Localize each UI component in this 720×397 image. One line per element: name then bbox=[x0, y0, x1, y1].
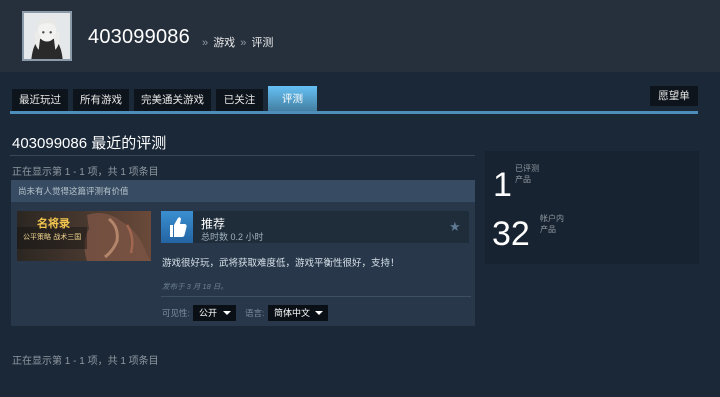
game-logo-text: 名将录 bbox=[37, 217, 70, 230]
reviewed-label: 已评测 bbox=[515, 164, 539, 173]
avatar-image bbox=[24, 13, 70, 59]
breadcrumb-games-link[interactable]: 游戏 bbox=[213, 37, 235, 49]
visibility-label: 可见性: bbox=[162, 308, 190, 318]
wishlist-button[interactable]: 愿望单 bbox=[650, 86, 698, 106]
divider bbox=[10, 155, 475, 156]
breadcrumb: » 游戏 » 评测 bbox=[200, 34, 273, 50]
chevron-down-icon bbox=[223, 311, 231, 315]
tab-reviews[interactable]: 评测 bbox=[268, 86, 317, 113]
visibility-value: 公开 bbox=[199, 308, 218, 318]
language-label: 语言: bbox=[245, 308, 265, 318]
tab-followed[interactable]: 已关注 bbox=[216, 89, 263, 112]
stats-panel: 1 已评测 产品 32 帐户内 产品 bbox=[485, 151, 699, 264]
breadcrumb-separator: » bbox=[202, 37, 209, 49]
visibility-dropdown[interactable]: 公开 bbox=[193, 305, 236, 321]
tab-perfect-games[interactable]: 完美通关游戏 bbox=[134, 89, 211, 112]
pagination-summary-top: 正在显示第 1 - 1 项，共 1 项条目 bbox=[12, 167, 159, 178]
profile-name[interactable]: 403099086 bbox=[88, 26, 190, 49]
breadcrumb-separator: » bbox=[240, 37, 247, 49]
account-products-count[interactable]: 32 bbox=[492, 217, 530, 251]
tab-all-games[interactable]: 所有游戏 bbox=[73, 89, 129, 112]
posted-date: 发布于 3 月 18 日。 bbox=[162, 282, 228, 291]
review-text: 游戏很好玩，武将获取难度低，游戏平衡性很好，支持！ bbox=[162, 258, 400, 269]
playtime-hours: 总时数 0.2 小时 bbox=[201, 232, 264, 242]
page-title: 403099086 最近的评测 bbox=[12, 135, 167, 152]
language-dropdown[interactable]: 简体中文 bbox=[268, 305, 328, 321]
reviewed-label-products: 产品 bbox=[515, 175, 531, 184]
review-card: 尚未有人觉得这篇评测有价值 名将录 公平策略 战术三国 推荐 总时数 0.2 小… bbox=[11, 180, 475, 326]
recommendation-bar: 推荐 总时数 0.2 小时 ★ bbox=[161, 211, 469, 243]
game-capsule[interactable]: 名将录 公平策略 战术三国 bbox=[17, 211, 151, 261]
profile-header: 403099086 » 游戏 » 评测 bbox=[0, 0, 720, 72]
account-products-label: 帐户内 bbox=[540, 214, 564, 223]
tab-recently-played[interactable]: 最近玩过 bbox=[12, 89, 68, 112]
reviewed-count[interactable]: 1 bbox=[493, 168, 512, 202]
tab-underline bbox=[10, 111, 698, 114]
breadcrumb-reviews-link[interactable]: 评测 bbox=[251, 37, 273, 49]
review-helpful-header: 尚未有人觉得这篇评测有价值 bbox=[11, 180, 475, 202]
star-icon[interactable]: ★ bbox=[449, 220, 463, 234]
divider bbox=[161, 296, 471, 297]
thumbs-up-icon[interactable] bbox=[161, 211, 193, 243]
account-products-label-products: 产品 bbox=[540, 225, 556, 234]
avatar[interactable] bbox=[22, 11, 72, 61]
game-subtitle-text: 公平策略 战术三国 bbox=[23, 233, 82, 241]
pagination-summary-bottom: 正在显示第 1 - 1 项，共 1 项条目 bbox=[12, 356, 159, 367]
chevron-down-icon bbox=[315, 311, 323, 315]
language-value: 简体中文 bbox=[274, 308, 311, 318]
